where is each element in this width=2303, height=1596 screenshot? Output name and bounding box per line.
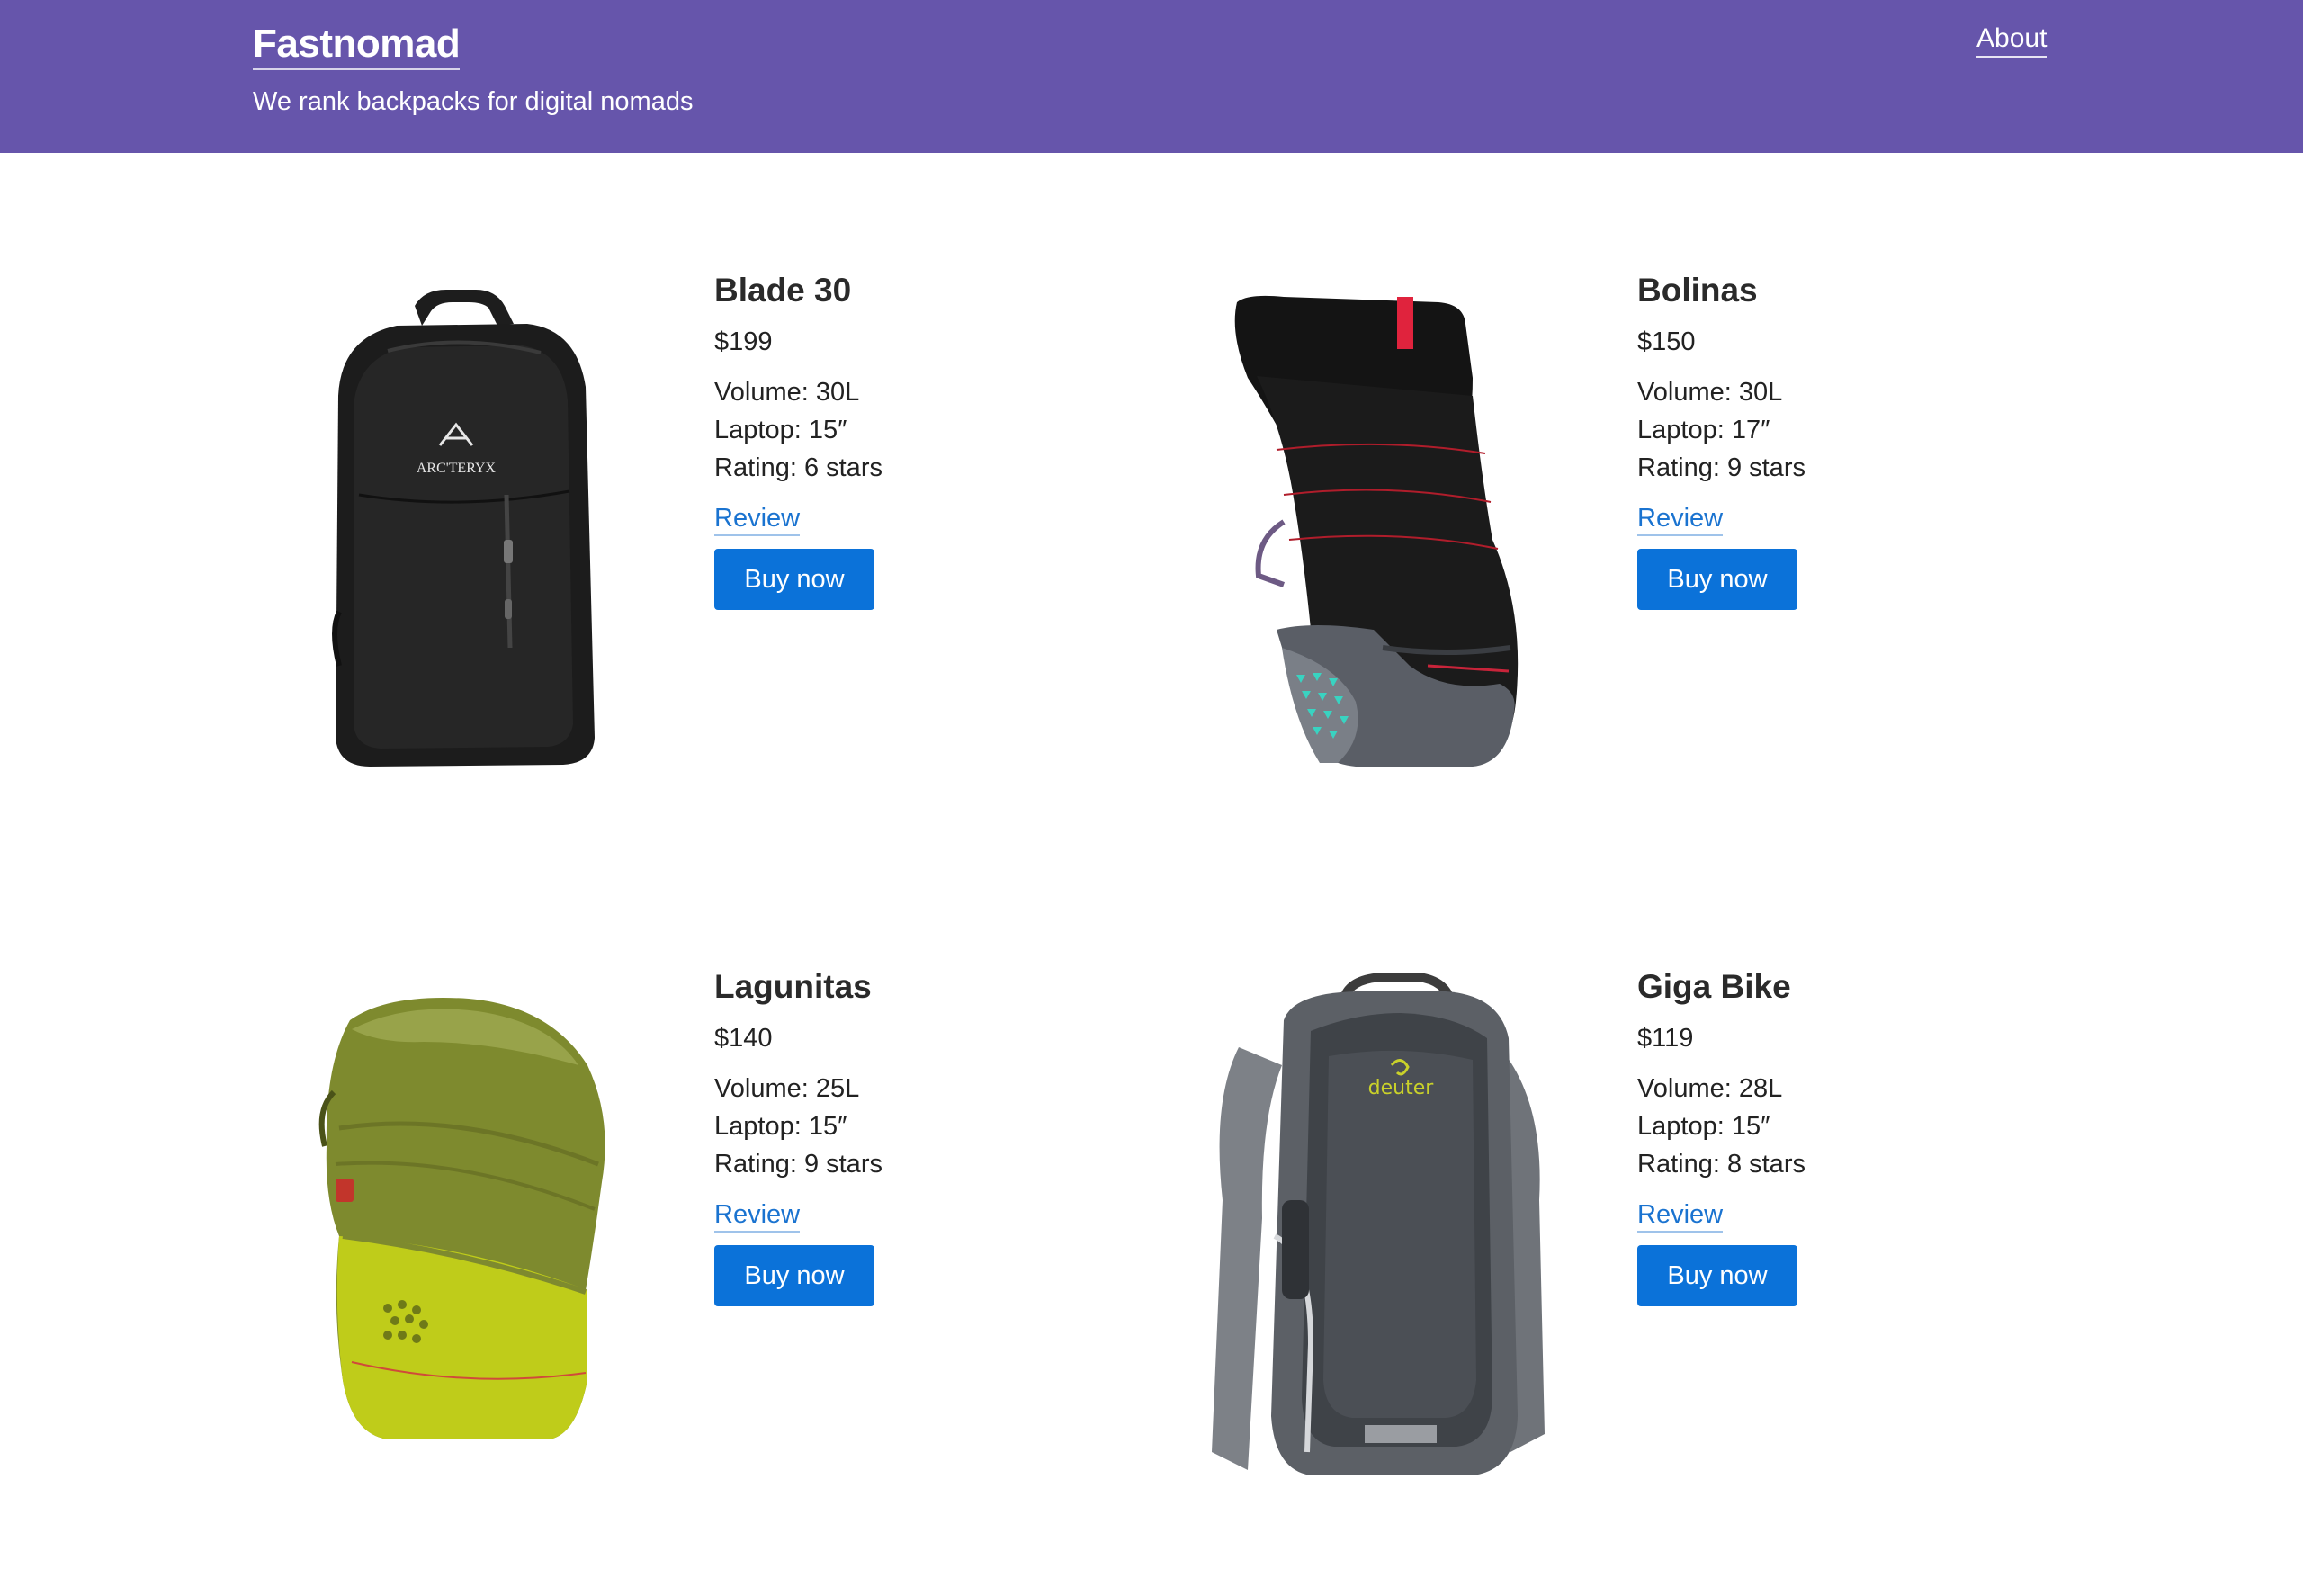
product-laptop: Laptop: 15″ bbox=[714, 416, 847, 444]
buy-now-button[interactable]: Buy now bbox=[1637, 549, 1797, 610]
product-card-blade-30: ARC'TERYX Blade 30 $199 Volume: 30L Lapt… bbox=[253, 270, 1152, 900]
product-image-lagunitas[interactable] bbox=[253, 966, 676, 1506]
product-laptop: Laptop: 15″ bbox=[714, 1112, 847, 1141]
black-backpack-image: ARC'TERYX bbox=[332, 290, 595, 767]
green-backpack-image bbox=[318, 998, 605, 1439]
review-link[interactable]: Review bbox=[1637, 1198, 1724, 1233]
product-volume: Volume: 28L bbox=[1637, 1074, 1783, 1103]
product-image-bolinas[interactable] bbox=[1176, 270, 1599, 810]
product-price: $199 bbox=[714, 327, 773, 356]
product-name: Blade 30 bbox=[714, 272, 852, 309]
product-card-bolinas: Bolinas $150 Volume: 30L Laptop: 17″ Rat… bbox=[1176, 270, 2075, 900]
buy-now-button[interactable]: Buy now bbox=[714, 1245, 874, 1306]
product-volume: Volume: 30L bbox=[714, 378, 860, 407]
buy-now-button[interactable]: Buy now bbox=[714, 549, 874, 610]
product-rating: Rating: 9 stars bbox=[1637, 453, 1806, 482]
site-header: Fastnomad We rank backpacks for digital … bbox=[0, 0, 2303, 153]
product-laptop: Laptop: 17″ bbox=[1637, 416, 1770, 444]
product-laptop: Laptop: 15″ bbox=[1637, 1112, 1770, 1141]
product-image-giga-bike[interactable]: deuter bbox=[1176, 966, 1599, 1506]
site-tagline: We rank backpacks for digital nomads bbox=[253, 87, 694, 116]
product-card-lagunitas: Lagunitas $140 Volume: 25L Laptop: 15″ R… bbox=[253, 966, 1152, 1596]
review-link[interactable]: Review bbox=[714, 1198, 801, 1233]
product-volume: Volume: 25L bbox=[714, 1074, 860, 1103]
product-image-blade-30[interactable]: ARC'TERYX bbox=[253, 270, 676, 810]
site-brand-link[interactable]: Fastnomad bbox=[253, 20, 461, 70]
product-rating: Rating: 9 stars bbox=[714, 1150, 883, 1179]
nav-about-link[interactable]: About bbox=[1976, 22, 2048, 58]
product-name: Giga Bike bbox=[1637, 968, 1791, 1005]
svg-text:ARC'TERYX: ARC'TERYX bbox=[417, 461, 497, 476]
review-link[interactable]: Review bbox=[714, 502, 801, 536]
product-volume: Volume: 30L bbox=[1637, 378, 1783, 407]
product-price: $150 bbox=[1637, 327, 1696, 356]
rolltop-backpack-image bbox=[1234, 295, 1519, 767]
product-rating: Rating: 6 stars bbox=[714, 453, 883, 482]
product-price: $140 bbox=[714, 1024, 773, 1053]
review-link[interactable]: Review bbox=[1637, 502, 1724, 536]
product-name: Bolinas bbox=[1637, 272, 1758, 309]
buy-now-button[interactable]: Buy now bbox=[1637, 1245, 1797, 1306]
grey-backpack-image: deuter bbox=[1212, 973, 1545, 1475]
product-card-giga-bike: deuter Giga Bike $119 Volume: 28L Laptop… bbox=[1176, 966, 2075, 1596]
product-rating: Rating: 8 stars bbox=[1637, 1150, 1806, 1179]
svg-text:deuter: deuter bbox=[1368, 1077, 1435, 1099]
product-name: Lagunitas bbox=[714, 968, 872, 1005]
product-price: $119 bbox=[1637, 1024, 1694, 1053]
